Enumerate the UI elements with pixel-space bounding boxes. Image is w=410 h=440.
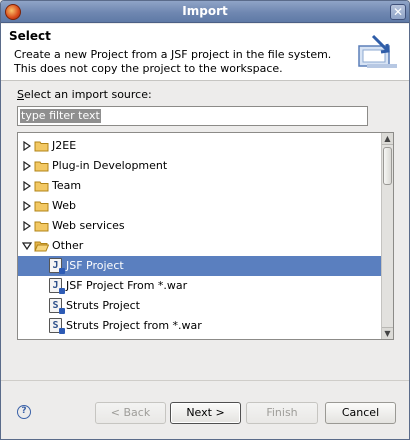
jsf-project-icon: J bbox=[49, 258, 65, 274]
next-button[interactable]: Next > bbox=[170, 402, 241, 424]
footer-divider bbox=[1, 380, 409, 381]
tree-item-label: Web services bbox=[52, 219, 125, 232]
tree-item-jsf-project-from-war[interactable]: J JSF Project From *.war bbox=[18, 276, 382, 296]
tree-item-team[interactable]: Team bbox=[18, 176, 382, 196]
expand-arrow-icon[interactable] bbox=[23, 181, 31, 191]
jsf-war-icon: J bbox=[49, 278, 65, 294]
tree-item-label: Struts Project bbox=[66, 299, 140, 312]
tree-item-jsf-project[interactable]: J JSF Project bbox=[18, 256, 382, 276]
tree-item-label: Web bbox=[52, 199, 76, 212]
expand-arrow-icon[interactable] bbox=[23, 141, 31, 151]
tree-item-j2ee[interactable]: J2EE bbox=[18, 136, 382, 156]
tree-item-struts-project[interactable]: S Struts Project bbox=[18, 296, 382, 316]
collapse-arrow-icon[interactable] bbox=[22, 241, 32, 251]
folder-icon bbox=[34, 141, 49, 152]
scrollbar-thumb[interactable] bbox=[383, 147, 392, 185]
folder-icon bbox=[34, 181, 49, 192]
finish-button[interactable]: Finish bbox=[246, 402, 318, 424]
import-wizard-banner-icon bbox=[358, 34, 397, 68]
tree-item-label: Team bbox=[52, 179, 82, 192]
filter-placeholder-text: type filter text bbox=[20, 109, 101, 123]
tree-item-web[interactable]: Web bbox=[18, 196, 382, 216]
tree-item-label: Struts Project from *.war bbox=[66, 319, 202, 332]
tree-item-web-services[interactable]: Web services bbox=[18, 216, 382, 236]
help-icon[interactable]: ? bbox=[17, 405, 31, 419]
cancel-button[interactable]: Cancel bbox=[325, 402, 396, 424]
expand-arrow-icon[interactable] bbox=[23, 201, 31, 211]
tree-item-label: JSF Project bbox=[66, 259, 124, 272]
window-title: Import bbox=[182, 4, 228, 18]
import-source-tree[interactable]: J2EE Plug-in Development Team Web Web se… bbox=[17, 132, 394, 340]
folder-icon bbox=[34, 161, 49, 172]
import-dialog: Import ✕ Select Create a new Project fro… bbox=[0, 0, 410, 440]
folder-icon bbox=[34, 201, 49, 212]
title-bar[interactable]: Import ✕ bbox=[1, 1, 409, 23]
struts-project-icon: S bbox=[49, 298, 65, 314]
page-description: Create a new Project from a JSF project … bbox=[14, 48, 332, 75]
tree-scrollbar[interactable]: ▲ ▼ bbox=[381, 133, 393, 339]
tree-item-plugin-development[interactable]: Plug-in Development bbox=[18, 156, 382, 176]
scroll-down-arrow-icon[interactable]: ▼ bbox=[382, 327, 393, 339]
tree-item-label: Plug-in Development bbox=[52, 159, 168, 172]
back-button[interactable]: < Back bbox=[95, 402, 166, 424]
tree-item-label: JSF Project From *.war bbox=[66, 279, 188, 292]
scroll-up-arrow-icon[interactable]: ▲ bbox=[382, 133, 393, 145]
tree-item-other[interactable]: Other bbox=[18, 236, 382, 256]
import-source-label: Select an import source: bbox=[17, 88, 152, 101]
expand-arrow-icon[interactable] bbox=[23, 221, 31, 231]
page-title: Select bbox=[9, 29, 51, 43]
folder-open-icon bbox=[34, 241, 49, 252]
tree-item-struts-project-from-war[interactable]: S Struts Project from *.war bbox=[18, 316, 382, 336]
folder-icon bbox=[34, 221, 49, 232]
struts-war-icon: S bbox=[49, 318, 65, 334]
tree-item-label: Other bbox=[52, 239, 84, 252]
expand-arrow-icon[interactable] bbox=[23, 161, 31, 171]
tree-item-label: J2EE bbox=[52, 139, 77, 152]
wizard-header: Select Create a new Project from a JSF p… bbox=[1, 24, 409, 81]
close-window-button[interactable]: ✕ bbox=[390, 4, 406, 20]
